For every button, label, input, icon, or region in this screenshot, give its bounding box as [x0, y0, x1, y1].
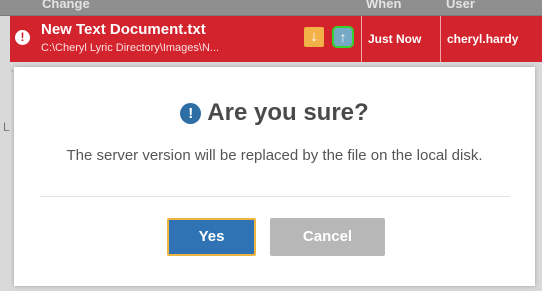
column-header-user[interactable]: User — [446, 0, 475, 11]
user-cell: cheryl.hardy — [447, 32, 519, 46]
table-row[interactable]: ! New Text Document.txt C:\Cheryl Lyric … — [10, 16, 542, 62]
arrow-up-icon: ↑ — [339, 29, 347, 45]
confirm-dialog: ! Are you sure? The server version will b… — [14, 67, 535, 286]
table-header: Change When User — [0, 0, 542, 16]
file-name: New Text Document.txt — [41, 21, 206, 38]
when-cell: Just Now — [368, 32, 422, 46]
column-divider — [361, 16, 362, 62]
column-divider — [440, 16, 441, 62]
dialog-divider — [40, 196, 510, 197]
exclamation-icon: ! — [15, 30, 30, 45]
dialog-title: ! Are you sure? — [14, 99, 535, 127]
yes-button[interactable]: Yes — [167, 218, 256, 256]
app-background: Change When User ! New Text Document.txt… — [0, 0, 542, 291]
column-header-when[interactable]: When — [366, 0, 401, 11]
file-path: C:\Cheryl Lyric Directory\Images\N... — [41, 42, 220, 54]
cancel-button[interactable]: Cancel — [270, 218, 385, 256]
column-header-change[interactable]: Change — [42, 0, 90, 11]
dialog-title-text: Are you sure? — [207, 99, 369, 126]
upload-button[interactable]: ↑ — [332, 26, 354, 48]
left-edge-text: L — [3, 120, 10, 134]
exclamation-circle-icon: ! — [180, 103, 202, 124]
download-button[interactable]: ↓ — [304, 27, 324, 47]
dialog-message: The server version will be replaced by t… — [66, 147, 483, 164]
arrow-down-icon: ↓ — [310, 28, 318, 45]
